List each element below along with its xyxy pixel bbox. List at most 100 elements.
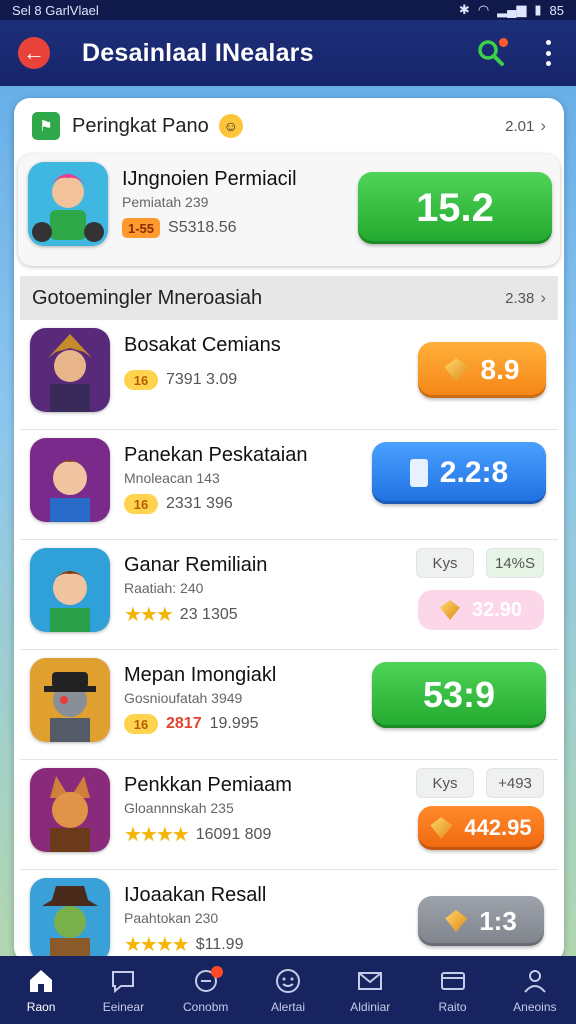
- item-stat: ★★★★ $11.99: [124, 932, 243, 957]
- item-title: IJoaakan Resall: [124, 884, 267, 906]
- item-title: Mepan Imongiakl: [124, 664, 277, 686]
- score-button[interactable]: 1:3: [418, 896, 544, 946]
- nav-item-alerts[interactable]: Alertai: [249, 966, 327, 1014]
- score-button[interactable]: 32.90: [418, 590, 544, 630]
- tag-chip[interactable]: +493: [486, 768, 544, 798]
- featured-title: IJngnoien Permiacil: [122, 168, 297, 190]
- chip-label: Kys: [432, 774, 458, 792]
- nav-label: Aldiniar: [350, 1000, 391, 1014]
- featured-stat-value: S5318.56: [168, 219, 237, 236]
- section-title: Peringkat Pano: [72, 114, 209, 137]
- gem-icon: [439, 600, 460, 620]
- score-button[interactable]: 2.2:8: [372, 442, 546, 504]
- list-item[interactable]: Bosakat Cemians 16 7391 3.09 8.9: [20, 320, 558, 430]
- game-avatar: [30, 768, 110, 852]
- tag-chip[interactable]: 14%S: [486, 548, 544, 578]
- nav-item-chat[interactable]: Eeinear: [84, 966, 162, 1014]
- score-value: 32.90: [471, 598, 523, 621]
- tag-chip[interactable]: Kys: [416, 768, 474, 798]
- battery-text: 85: [549, 2, 564, 18]
- list-item[interactable]: Ganar Remiliain Raatiah: 240 ★★★ 23 1305…: [20, 540, 558, 650]
- score-value: 8.9: [480, 354, 520, 385]
- dot-icon: [545, 61, 551, 66]
- mail-icon: [355, 966, 385, 996]
- status-left-text: Sel 8 GarlVlael: [12, 2, 99, 18]
- score-button[interactable]: 53:9: [372, 662, 546, 728]
- score-value: 53:9: [422, 674, 496, 715]
- chip-label: Kys: [432, 554, 458, 572]
- wallet-icon: [438, 966, 468, 996]
- nav-item-mail[interactable]: Aldiniar: [331, 966, 409, 1014]
- item-subtitle: Gloannnskah 235: [124, 800, 234, 816]
- item-title: Penkkan Pemiaam: [124, 774, 292, 796]
- section-meta: 2.01 ›: [505, 116, 546, 136]
- list-item[interactable]: Mepan Imongiakl Gosnioufatah 3949 16 281…: [20, 650, 558, 760]
- list-item[interactable]: Panekan Peskataian Mnoleacan 143 16 2331…: [20, 430, 558, 540]
- item-title: Ganar Remiliain: [124, 554, 268, 576]
- featured-score-button[interactable]: 15.2: [358, 172, 552, 244]
- coin-badge: 16: [124, 370, 158, 390]
- item-title: Bosakat Cemians: [124, 334, 281, 356]
- section-header-top[interactable]: ⚑ Peringkat Pano ☺ 2.01 ›: [20, 104, 558, 148]
- nav-label: Aneoins: [513, 1000, 557, 1014]
- more-options-button[interactable]: [538, 38, 558, 68]
- item-title: Panekan Peskataian: [124, 444, 308, 466]
- gem-icon: [430, 817, 453, 839]
- score-value: 2.2:8: [439, 456, 509, 489]
- nav-label: Raito: [438, 1000, 467, 1014]
- game-avatar: [30, 438, 110, 522]
- item-subtitle: Paahtokan 230: [124, 910, 219, 926]
- item-stat-value: 2331 396: [166, 495, 233, 512]
- section-meta: 2.38 ›: [505, 288, 546, 308]
- section-header-list[interactable]: Gotoemingler Mneroasiah 2.38 ›: [20, 276, 558, 320]
- warrior-avatar-image: [30, 328, 110, 412]
- list-item[interactable]: Penkkan Pemiaam Gloannnskah 235 ★★★★ 160…: [20, 760, 558, 870]
- nav-label: Alertai: [270, 1000, 305, 1014]
- nav-item-messages[interactable]: Conobm: [167, 966, 245, 1014]
- home-icon: [26, 966, 56, 996]
- nav-label: Raon: [26, 1000, 56, 1014]
- back-button[interactable]: ←: [18, 37, 50, 69]
- bottom-nav: Raon Eeinear Conobm Alertai Aldiniar Rai…: [0, 956, 576, 1024]
- featured-card[interactable]: IJngnoien Permiacil Pemiatah 239 1-55 S5…: [18, 154, 560, 266]
- nav-item-wallet[interactable]: Raito: [414, 966, 492, 1014]
- fire-badge: 1-55: [122, 218, 161, 238]
- battery-icon: [409, 459, 428, 487]
- search-button[interactable]: [474, 36, 508, 70]
- cowboy-avatar-image: [30, 878, 110, 962]
- item-subtitle: Mnoleacan 143: [124, 470, 220, 486]
- smiley-icon: [273, 966, 303, 996]
- gem-icon: [444, 358, 469, 382]
- score-button[interactable]: 8.9: [418, 342, 546, 398]
- page-title: Desainlaal INealars: [82, 38, 314, 67]
- item-stat-value: 19.995: [209, 715, 259, 732]
- item-stat: 16 2817 19.995: [124, 714, 259, 734]
- section-meta-value: 2.38: [505, 289, 535, 307]
- chip-label: +493: [498, 774, 532, 792]
- notification-dot: [210, 966, 223, 978]
- coin-badge: 16: [124, 714, 158, 734]
- rating-stars: ★★★: [124, 604, 174, 626]
- game-avatar: [30, 328, 110, 412]
- cat-warrior-avatar-image: [30, 768, 110, 852]
- score-button[interactable]: 442.95: [418, 806, 544, 850]
- tag-chip[interactable]: Kys: [416, 548, 474, 578]
- item-stat: 16 7391 3.09: [124, 370, 237, 390]
- item-stat-value: 16091 809: [195, 825, 272, 843]
- list-item[interactable]: IJoaakan Resall Paahtokan 230 ★★★★ $11.9…: [20, 870, 558, 963]
- nav-item-profile[interactable]: Aneoins: [496, 966, 574, 1014]
- featured-stat: 1-55 S5318.56: [122, 218, 237, 238]
- item-subtitle: Raatiah: 240: [124, 580, 204, 596]
- section-meta-value: 2.01: [505, 117, 535, 135]
- battery-icon: ▮: [534, 2, 542, 17]
- app-bar: ← Desainlaal INealars: [0, 20, 576, 86]
- item-stat-highlight: 2817: [166, 715, 202, 732]
- status-icons: ✱ ◠ ▂▄▆ ▮ 85: [459, 2, 564, 18]
- rating-stars: ★★★★: [124, 934, 190, 956]
- nav-item-home[interactable]: Raon: [2, 966, 80, 1014]
- bluetooth-icon: ✱: [458, 2, 470, 17]
- smiley-icon: ☺: [218, 114, 243, 138]
- notification-dot: [499, 38, 508, 47]
- chat-icon: [108, 966, 138, 996]
- gem-icon: [445, 910, 468, 932]
